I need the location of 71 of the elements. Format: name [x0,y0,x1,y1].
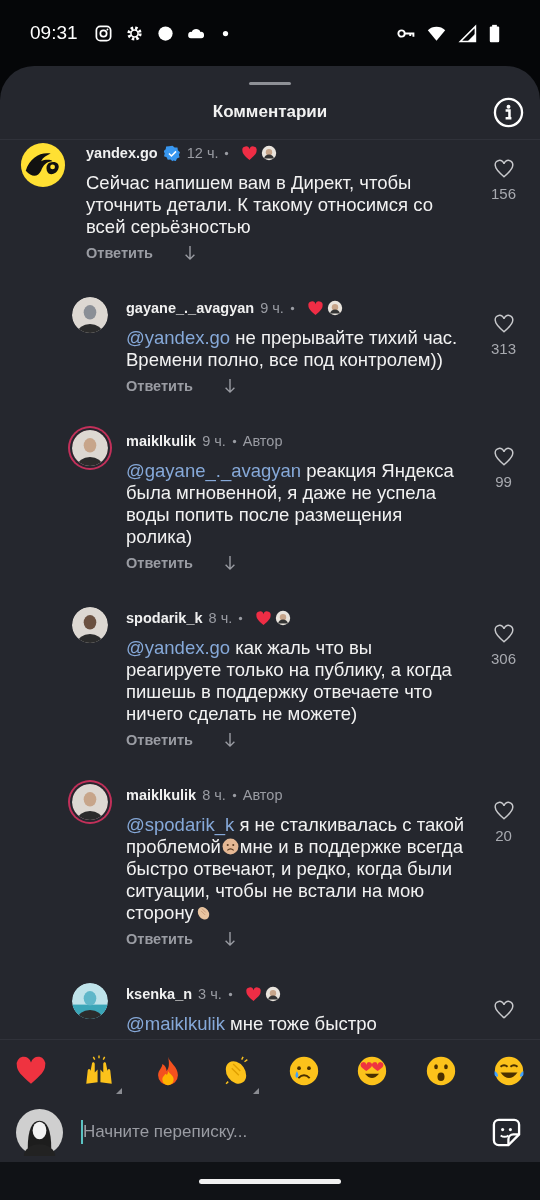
like-count: 156 [491,185,516,202]
drag-handle[interactable] [249,82,291,85]
sticker-icon[interactable] [491,1116,522,1148]
username[interactable]: gayane_._avagyan [126,300,255,316]
comment-text: @yandex.go не прерывайте тихий час. Времени полно, все под контролем)) [126,327,459,371]
username[interactable]: ksenka_n [126,986,193,1002]
username[interactable]: yandex.go [86,145,158,161]
like-count: 20 [495,827,512,844]
reply-button[interactable]: Ответить [126,378,193,394]
like-count: 306 [491,650,516,667]
comment-time: 8 ч. [208,610,233,626]
heart-icon [255,609,273,627]
comment-text: Сейчас напишем вам в Директ, чтобы уточнить детали. К такому относимся со всей серьёзностью [86,172,434,238]
notification-dot-icon [221,29,229,37]
mention-link[interactable]: @yandex.go [126,327,231,348]
like-count: 313 [491,340,516,357]
comment-text: @maiklkulik мне тоже быстро [126,1013,378,1035]
sheet-title: Комментарии [212,102,328,122]
logo-icon[interactable] [20,142,66,188]
reply-button[interactable]: Ответить [126,555,193,571]
mention-link[interactable]: @spodarik_k [126,814,235,835]
creator-avatar [264,986,281,1002]
mention-link[interactable]: @maiklkulik [126,1013,225,1034]
comment-text: @yandex.go как жаль что вы реагируете только на публику, а когда пишешь в поддержку отвечаете что ничего сделать не можете) [126,637,453,725]
sad-face-emoji-icon [220,837,240,856]
comment-time: 8 ч. [202,787,226,803]
comment-text: @gayane_._avagyan реакция Яндекса была мгновенной, я даже не успела воды попить после размещения ролика) [126,460,455,548]
creator-avatar [261,145,278,161]
home-indicator[interactable] [199,1178,341,1184]
creator-avatar [326,300,343,316]
circle-icon [155,23,175,43]
camera-app-icon [93,23,113,43]
mention-link[interactable]: @gayane_._avagyan [126,460,302,481]
heart-icon [306,299,324,317]
like-icon[interactable] [492,999,515,1021]
info-icon[interactable] [493,97,524,128]
comment-time: 12 ч. [186,145,219,161]
username[interactable]: maiklkulik [126,433,197,449]
heart-icon [244,985,262,1003]
battery-icon [489,23,500,43]
heart-icon [241,144,259,162]
author-label: Автор [242,433,283,449]
laughing-face-emoji-icon[interactable] [491,1054,526,1088]
author-label: Автор [242,787,283,803]
separator-dot-icon [227,991,233,997]
comment-input[interactable]: Начните переписку... [81,1120,473,1144]
separator-dot-icon [224,150,230,156]
like-count: 99 [495,473,512,490]
like-icon[interactable] [492,313,515,335]
reply-button[interactable]: Ответить [86,245,153,261]
mention-link[interactable]: @yandex.go [126,637,231,658]
comment-time: 3 ч. [198,986,222,1002]
separator-dot-icon [231,792,237,798]
comment-time: 9 ч. [260,300,284,316]
comment-text: @spodarik_k я не сталкивалась с такой проблемой мне и в поддержке всегда быстро отвечают, и редко, когда были ситуации, чтобы не встали на мою сторону [126,814,466,924]
separator-dot-icon [231,438,237,444]
gear-icon [124,23,144,43]
reply-button[interactable]: Ответить [126,732,193,748]
signal-icon [458,23,477,43]
separator-dot-icon [238,615,244,621]
like-icon[interactable] [492,446,515,468]
separator-dot-icon [289,305,295,311]
username[interactable]: maiklkulik [126,787,197,803]
like-icon[interactable] [492,158,515,180]
like-icon[interactable] [492,800,515,822]
username[interactable]: spodarik_k [126,610,203,626]
comment-time: 9 ч. [202,433,226,449]
like-icon[interactable] [492,623,515,645]
reply-button[interactable]: Ответить [126,931,193,947]
status-time: 09:31 [30,22,78,44]
creator-avatar [275,610,292,626]
